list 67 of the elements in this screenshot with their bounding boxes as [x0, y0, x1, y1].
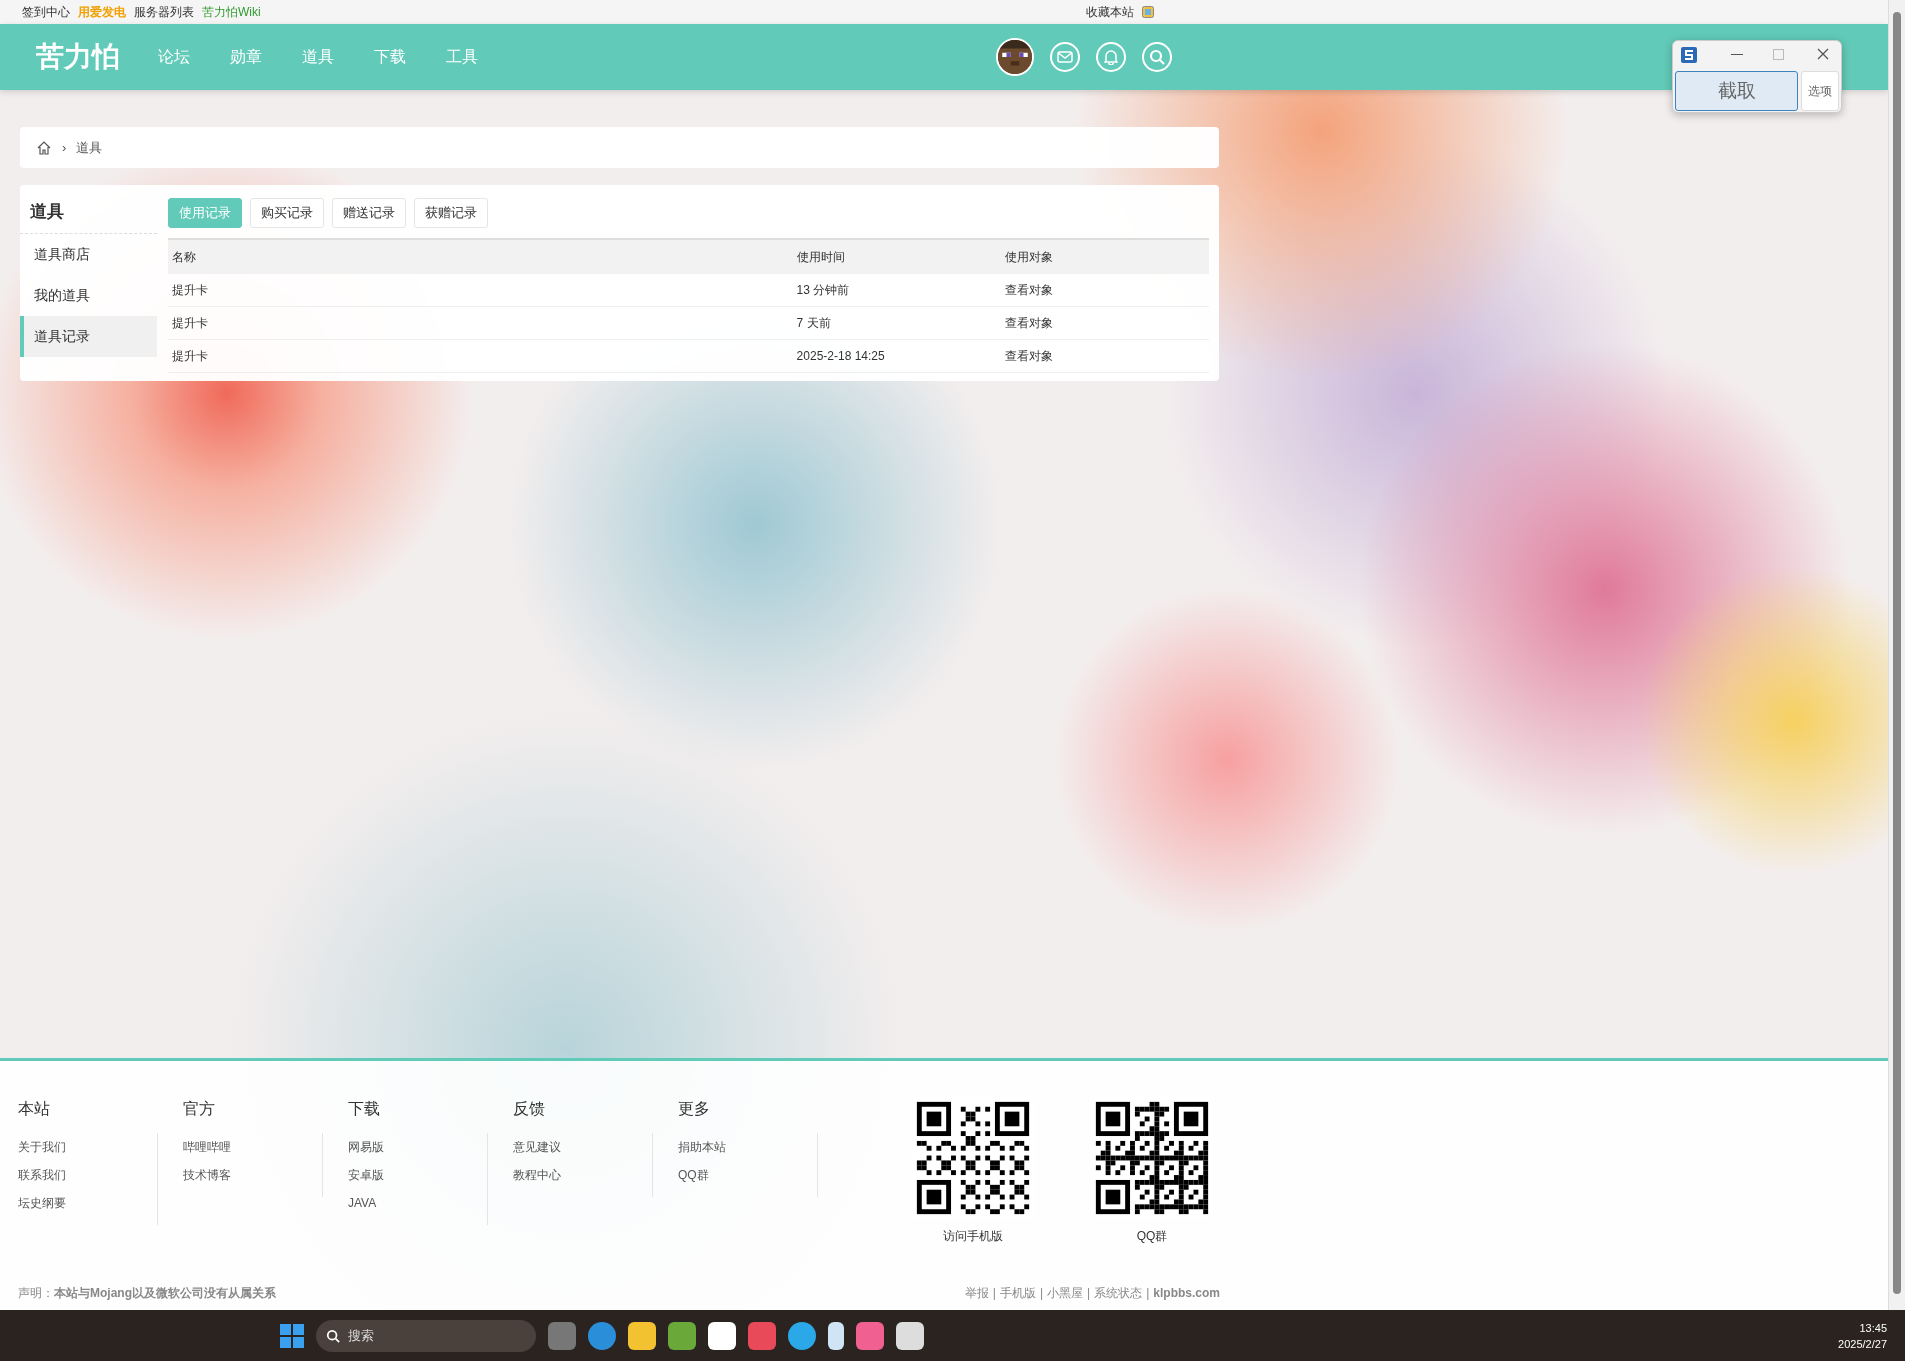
sidebar-item[interactable]: 道具记录	[20, 315, 157, 357]
link-separator: |	[992, 1285, 996, 1302]
footer-bottom-link[interactable]: 手机版	[999, 1284, 1036, 1302]
footer-link[interactable]: 捐助本站	[678, 1133, 817, 1161]
windows-logo-icon[interactable]	[280, 1323, 304, 1348]
footer-link[interactable]: QQ群	[678, 1161, 817, 1189]
breadcrumb-separator: ›	[62, 138, 67, 157]
capture-button[interactable]: 截取	[1675, 71, 1798, 111]
tab[interactable]: 赠送记录	[332, 198, 406, 228]
table-cell: 2025-2-18 14:25	[792, 339, 1001, 372]
sidebar-item[interactable]: 道具商店	[20, 233, 157, 275]
footer-heading: 本站	[18, 1099, 51, 1119]
qr-caption: 访问手机版	[942, 1228, 1004, 1245]
table-cell: 提升卡	[168, 273, 793, 306]
footer-heading: 官方	[183, 1099, 216, 1119]
tab[interactable]: 获赠记录	[414, 198, 488, 228]
footer-link[interactable]: 安卓版	[348, 1161, 487, 1189]
taskbar-search-field[interactable]: 搜索	[316, 1319, 536, 1352]
table-cell: 提升卡	[168, 339, 793, 372]
view-link[interactable]: 查看对象	[1000, 339, 1209, 372]
table-cell: 提升卡	[168, 306, 793, 339]
footer-bottom-link[interactable]: 小黑屋	[1047, 1284, 1084, 1302]
link-separator: |	[1087, 1285, 1091, 1302]
tab[interactable]: 购买记录	[250, 198, 324, 228]
sidebar-title: 道具	[20, 193, 157, 234]
bookmark-link[interactable]: 收藏本站	[1086, 3, 1134, 21]
view-link[interactable]: 查看对象	[1000, 273, 1209, 306]
home-icon[interactable]	[36, 139, 52, 156]
footer-link[interactable]: JAVA	[348, 1189, 487, 1217]
column-header: 使用对象	[1000, 238, 1209, 274]
view-link[interactable]: 查看对象	[1000, 306, 1209, 339]
column-header: 使用时间	[792, 238, 1001, 274]
footer-bottom-link[interactable]: 系统状态	[1094, 1284, 1143, 1302]
footer-link[interactable]: 网易版	[348, 1133, 487, 1161]
footer-bottom-link[interactable]: 举报	[964, 1284, 989, 1302]
close-icon[interactable]	[1817, 48, 1829, 60]
top-link[interactable]: 苦力怕Wiki	[202, 3, 261, 21]
footer-link[interactable]: 意见建议	[513, 1133, 652, 1161]
options-button[interactable]: 选项	[1801, 71, 1839, 111]
search-icon	[326, 1328, 340, 1343]
app-logo-icon	[1681, 47, 1697, 63]
link-separator: |	[1146, 1285, 1150, 1302]
footer-heading: 下载	[348, 1099, 381, 1119]
footer-link[interactable]: 关于我们	[18, 1133, 157, 1161]
link-separator: |	[1039, 1285, 1044, 1302]
avatar-icon[interactable]	[996, 38, 1034, 76]
clock-time: 13:45	[1858, 1320, 1887, 1336]
footer-link[interactable]: 教程中心	[513, 1161, 652, 1189]
top-link[interactable]: 签到中心	[22, 3, 70, 21]
footer-link[interactable]: 坛史纲要	[18, 1189, 157, 1217]
qr-caption: QQ群	[1135, 1228, 1169, 1245]
footer-link[interactable]: 哔哩哔哩	[183, 1133, 322, 1161]
clock-date: 2025/2/27	[1838, 1336, 1887, 1352]
top-link[interactable]: 服务器列表	[134, 3, 194, 21]
colorful-square-icon	[1142, 6, 1154, 18]
footer-heading: 反馈	[513, 1099, 546, 1119]
breadcrumb-link[interactable]: 道具	[76, 137, 103, 158]
disclaimer-text: 声明：本站与Mojang以及微软公司没有从属关系	[18, 1285, 276, 1302]
sidebar-item[interactable]: 我的道具	[20, 274, 157, 316]
minimize-icon[interactable]	[1731, 54, 1743, 56]
table-cell: 13 分钟前	[792, 273, 1001, 306]
table-cell: 7 天前	[792, 306, 1001, 339]
footer-heading: 更多	[678, 1099, 711, 1119]
column-header: 名称	[168, 238, 793, 274]
footer-link[interactable]: 技术博客	[183, 1161, 322, 1189]
footer-bottom-link[interactable]: klpbbs.com	[1153, 1284, 1220, 1302]
footer-link[interactable]: 联系我们	[18, 1161, 157, 1189]
